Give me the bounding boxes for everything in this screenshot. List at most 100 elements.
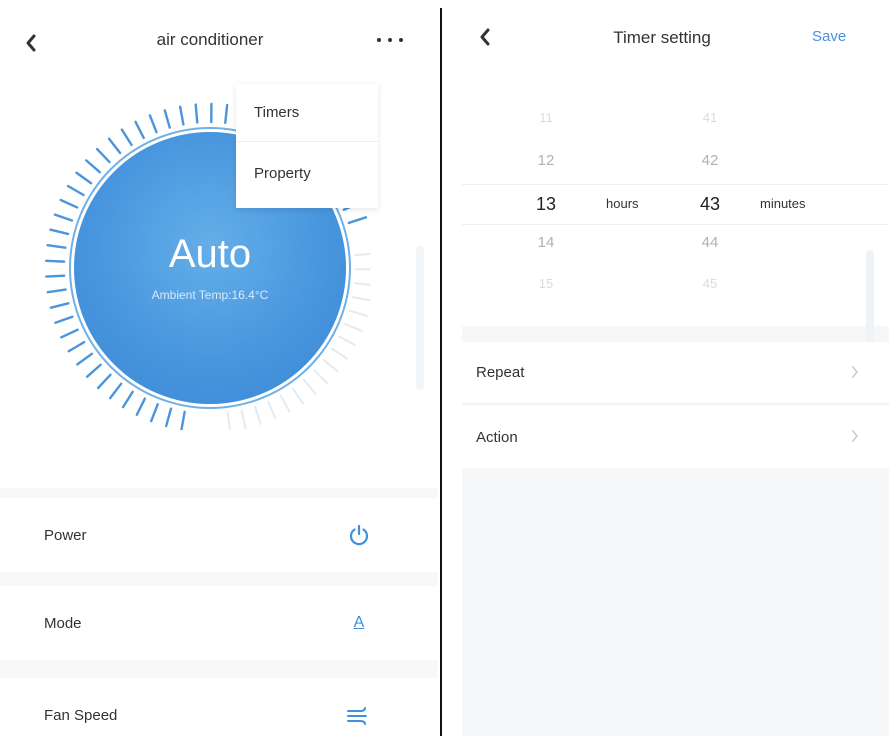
minute-option[interactable]: 42 [688, 152, 732, 169]
dial-tick [44, 259, 66, 263]
dial-tick [164, 407, 173, 428]
dial-tick [107, 137, 122, 155]
dial-tick [54, 315, 74, 324]
control-row-mode[interactable]: Mode A [0, 586, 438, 660]
dial-tick [85, 363, 102, 378]
fan-speed-icon [347, 707, 367, 725]
dial-tick [163, 109, 171, 129]
fan-speed-label: Fan Speed [44, 706, 118, 724]
selection-line-top [462, 184, 889, 185]
dial-tick [85, 159, 102, 174]
hour-selected[interactable]: 13 [524, 194, 568, 215]
dial-tick [95, 147, 111, 164]
dial-tick-inactive [330, 347, 348, 360]
control-row-power[interactable]: Power [0, 498, 438, 572]
dial-tick-inactive [267, 400, 277, 420]
dial-tick [96, 373, 112, 390]
power-button[interactable] [342, 520, 376, 550]
dial-tick [108, 382, 123, 400]
hour-option[interactable]: 12 [524, 152, 568, 169]
dial-tick-inactive [354, 252, 370, 257]
action-row[interactable]: Action [462, 406, 889, 468]
dial-tick [49, 302, 70, 309]
dial-tick-inactive [343, 322, 363, 332]
hour-option[interactable]: 14 [524, 234, 568, 251]
dial-tick-inactive [352, 296, 370, 302]
minute-option[interactable]: 44 [688, 234, 732, 251]
page-title: Timer setting [613, 28, 711, 47]
page-title: air conditioner [156, 30, 264, 49]
dial-tick-inactive [348, 309, 368, 317]
dial-tick [224, 103, 229, 124]
ambient-temp-label: Ambient Temp:16.4°C [151, 288, 269, 302]
back-button[interactable] [470, 22, 500, 52]
fan-speed-button[interactable] [342, 700, 376, 730]
save-button[interactable]: Save [812, 28, 846, 45]
right-screen: Timer setting Save 11 12 13 14 15 hours … [462, 0, 889, 736]
action-label: Action [476, 428, 518, 446]
dial-tick-inactive [291, 387, 304, 405]
dial-tick [59, 198, 79, 209]
more-dots-icon [377, 38, 403, 42]
dial-tick [148, 114, 158, 134]
chevron-right-icon [852, 430, 858, 442]
dial-tick [45, 274, 66, 278]
control-list: Power Mode A Fan Speed [0, 488, 438, 736]
dial-tick [66, 184, 85, 197]
dial-tick-inactive [313, 369, 328, 384]
repeat-row[interactable]: Repeat [462, 342, 889, 404]
dial-tick [135, 397, 147, 416]
dial-tick [53, 213, 74, 222]
chevron-left-icon [480, 28, 490, 46]
dial-tick-inactive [322, 358, 339, 373]
chevron-right-icon [852, 366, 858, 378]
timer-header: Timer setting Save [462, 0, 889, 72]
dial-tick [194, 103, 199, 124]
dial-tick-inactive [302, 378, 317, 395]
dial-tick [180, 410, 186, 430]
selection-line-bottom [462, 224, 889, 225]
dial-tick [67, 340, 86, 353]
left-screen: air conditioner Auto Ambient Temp:16.4°C… [0, 0, 438, 736]
chevron-left-icon [26, 34, 36, 52]
hours-unit-label: hours [606, 196, 639, 211]
minute-selected[interactable]: 43 [688, 194, 732, 215]
power-label: Power [44, 526, 87, 544]
power-icon [349, 524, 369, 546]
dial-tick [347, 216, 368, 225]
control-row-fan-speed[interactable]: Fan Speed [0, 678, 438, 736]
mode-button[interactable]: A [342, 608, 376, 638]
menu-item-timers[interactable]: Timers [236, 84, 378, 142]
panel-divider [440, 8, 442, 736]
hour-option[interactable]: 11 [524, 110, 568, 125]
repeat-label: Repeat [476, 364, 525, 381]
more-button[interactable] [370, 28, 410, 52]
dial-tick [76, 352, 94, 366]
dial-tick-inactive [354, 282, 370, 286]
side-card-edge [416, 246, 424, 390]
dial-tick [60, 328, 79, 339]
header: air conditioner [0, 0, 438, 84]
dial-tick-inactive [279, 394, 291, 413]
dial-tick [75, 171, 93, 185]
minute-option[interactable]: 45 [688, 276, 732, 291]
dial-tick [49, 228, 70, 236]
dial-tick [46, 243, 67, 249]
dial-tick [150, 403, 159, 423]
dial-tick [120, 128, 133, 147]
dial-tick-inactive [240, 409, 247, 430]
dial-tick [178, 105, 185, 126]
dial-tick [134, 120, 145, 140]
hour-option[interactable]: 15 [524, 276, 568, 291]
dial-tick-inactive [226, 411, 231, 430]
dial-tick-inactive [254, 405, 262, 425]
minutes-unit-label: minutes [760, 196, 806, 211]
time-picker[interactable]: 11 12 13 14 15 hours 41 42 43 44 45 minu… [462, 72, 889, 326]
minute-option[interactable]: 41 [688, 110, 732, 125]
mode-auto-icon: A [353, 614, 365, 631]
back-button[interactable] [16, 28, 46, 58]
dial-tick [121, 390, 134, 409]
mode-label: Mode [44, 614, 82, 632]
menu-item-property[interactable]: Property [236, 144, 378, 202]
dial-tick-inactive [337, 335, 356, 346]
